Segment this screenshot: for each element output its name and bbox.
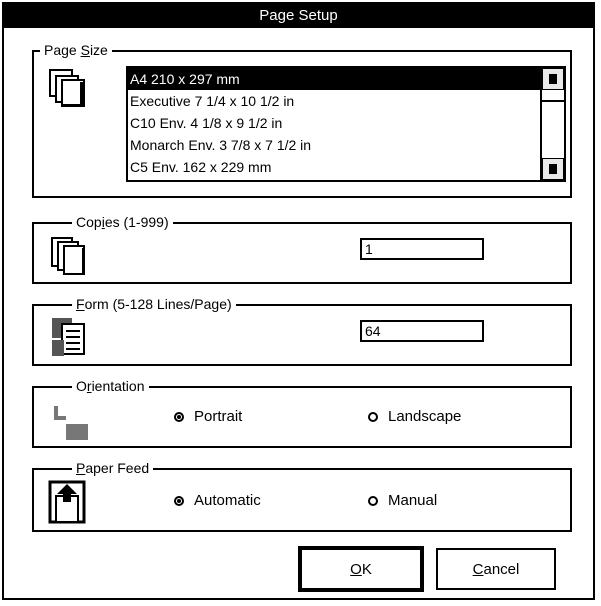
landscape-label: Landscape <box>388 408 462 425</box>
portrait-label: Portrait <box>194 408 243 425</box>
ok-button[interactable]: OK <box>298 546 424 592</box>
scroll-thumb[interactable] <box>542 92 564 102</box>
page-size-scrollbar[interactable] <box>540 68 564 180</box>
window-title: Page Setup <box>259 7 338 24</box>
page-size-option[interactable]: C5 Env. 162 x 229 mm <box>128 156 540 178</box>
landscape-radio[interactable]: Landscape <box>368 408 461 425</box>
cancel-mnemonic: C <box>472 560 484 578</box>
copies-legend: Copies (1-999) <box>72 214 173 230</box>
paper-feed-legend: Paper Feed <box>72 460 154 476</box>
scroll-up-arrow-icon <box>549 74 557 84</box>
scroll-down-arrow-icon <box>549 164 557 174</box>
manual-label: Manual <box>388 492 438 509</box>
copies-group: Copies (1-999) 1 <box>32 214 572 284</box>
automatic-radio-indicator[interactable] <box>174 495 184 506</box>
manual-radio-indicator[interactable] <box>368 495 378 506</box>
scroll-up-button[interactable] <box>542 68 564 90</box>
landscape-radio-indicator[interactable] <box>368 411 378 422</box>
scroll-down-button[interactable] <box>542 158 564 180</box>
page-size-option[interactable]: Executive 7 1/4 x 10 1/2 in <box>128 90 540 112</box>
orientation-icon <box>54 406 88 440</box>
title-bar: Page Setup <box>4 4 593 28</box>
cancel-button[interactable]: Cancel <box>436 548 556 590</box>
automatic-label: Automatic <box>194 492 261 509</box>
portrait-radio-indicator[interactable] <box>174 411 184 422</box>
copies-icon <box>51 237 85 275</box>
form-icon <box>52 318 85 356</box>
portrait-radio[interactable]: Portrait <box>174 408 242 425</box>
paper-feed-icon <box>48 480 86 524</box>
page-size-icon <box>49 69 85 107</box>
ok-label: K <box>361 560 372 578</box>
page-size-legend: Page Size <box>40 42 112 58</box>
form-legend: Form (5-128 Lines/Page) <box>72 296 236 312</box>
manual-radio[interactable]: Manual <box>368 492 437 509</box>
paper-feed-group: Paper Feed Automatic Manual <box>32 460 572 532</box>
page-setup-dialog: Page Setup Page Size A4 210 x 297 mm Exec… <box>2 2 595 600</box>
page-size-listbox[interactable]: A4 210 x 297 mm Executive 7 1/4 x 10 1/2 … <box>126 66 566 182</box>
cancel-label: ancel <box>483 560 520 578</box>
page-size-option[interactable]: C10 Env. 4 1/8 x 9 1/2 in <box>128 112 540 134</box>
page-size-option[interactable]: Monarch Env. 3 7/8 x 7 1/2 in <box>128 134 540 156</box>
copies-input[interactable]: 1 <box>360 238 484 260</box>
form-lines-input[interactable]: 64 <box>360 320 484 342</box>
orientation-group: Orientation Portrait Landscape <box>32 378 572 448</box>
form-group: Form (5-128 Lines/Page) 64 <box>32 296 572 366</box>
page-size-option[interactable]: A4 210 x 297 mm <box>128 68 540 90</box>
ok-mnemonic: O <box>350 560 362 578</box>
orientation-legend: Orientation <box>72 378 149 394</box>
automatic-radio[interactable]: Automatic <box>174 492 261 509</box>
page-size-group: Page Size A4 210 x 297 mm Executive 7 1/4… <box>32 42 572 198</box>
